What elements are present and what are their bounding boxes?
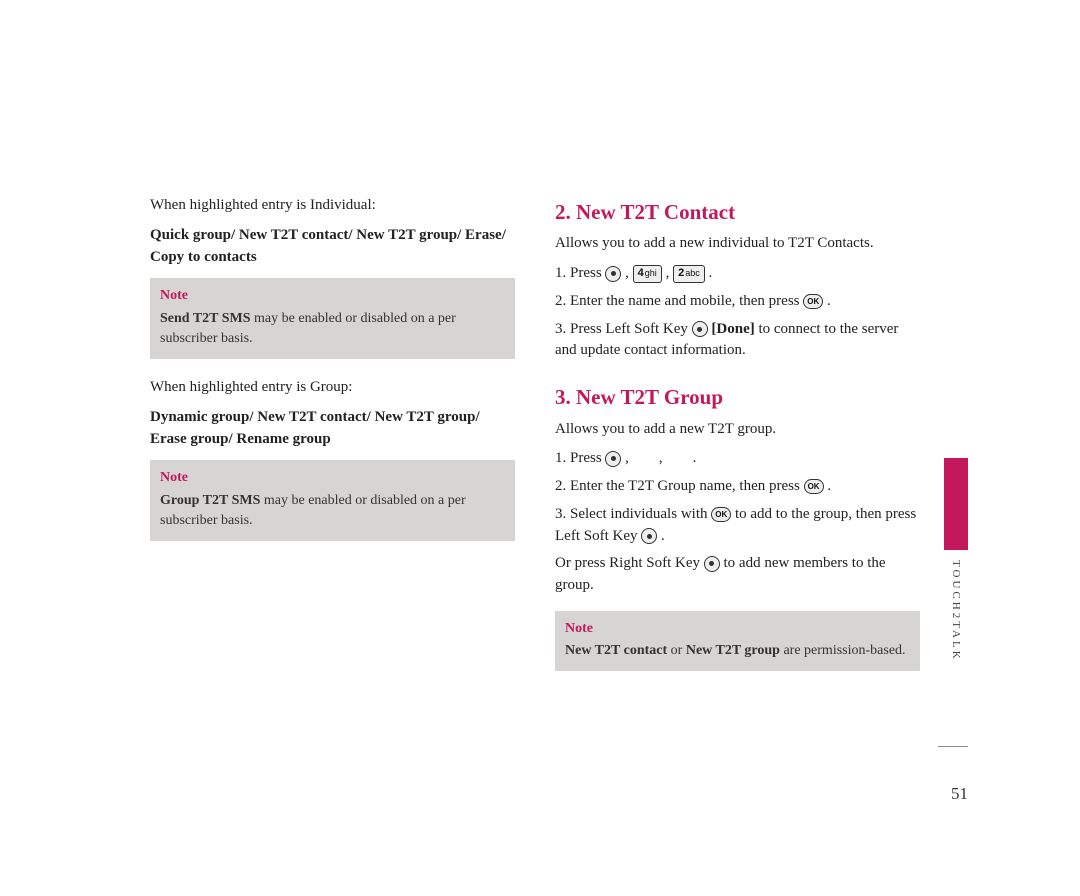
keypad-4-icon: 4ghi (633, 265, 662, 283)
note-rest-text: are permission-based. (780, 643, 906, 658)
right-column: 2. New T2T Contact Allows you to add a n… (555, 195, 920, 689)
left-soft-key-icon (641, 528, 657, 544)
desc-new-group: Allows you to add a new T2T group. (555, 419, 920, 441)
step-contact-3: 3. Press Left Soft Key [Done] to connect… (555, 319, 920, 363)
step-group-1: 1. Press , , . (555, 448, 920, 470)
step-text: Or press Right Soft Key (555, 555, 704, 571)
heading-new-t2t-group: 3. New T2T Group (555, 382, 920, 412)
note-box-1: Note Send T2T SMS may be enabled or disa… (150, 278, 515, 359)
right-soft-key-icon (704, 556, 720, 572)
section-tab-marker (944, 458, 968, 550)
step-text: 3. Press Left Soft Key (555, 321, 692, 337)
step-group-2: 2. Enter the T2T Group name, then press … (555, 476, 920, 498)
note-title: Note (160, 468, 505, 488)
note-title: Note (160, 286, 505, 306)
keypad-2-icon: 2abc (673, 265, 705, 283)
left-options-individual: Quick group/ New T2T contact/ New T2T gr… (150, 225, 515, 269)
left-intro-group: When highlighted entry is Group: (150, 377, 515, 399)
step-text: 1. Press (555, 450, 605, 466)
step-text: 2. Enter the name and mobile, then press (555, 293, 803, 309)
step-text: 1. Press (555, 265, 605, 281)
section-label: TOUCH2TALK (947, 560, 963, 662)
note-box-2: Note Group T2T SMS may be enabled or dis… (150, 460, 515, 541)
ok-key-icon: OK (804, 479, 824, 494)
note-box-3: Note New T2T contact or New T2T group ar… (555, 611, 920, 672)
left-soft-key-icon (692, 321, 708, 337)
note-bold-text: Group T2T SMS (160, 493, 260, 508)
note-title: Note (565, 619, 910, 639)
left-column: When highlighted entry is Individual: Qu… (150, 195, 515, 689)
left-options-group: Dynamic group/ New T2T contact/ New T2T … (150, 407, 515, 451)
page-number: 51 (951, 782, 968, 807)
step-contact-1: 1. Press , 4ghi , 2abc . (555, 263, 920, 285)
desc-new-contact: Allows you to add a new individual to T2… (555, 233, 920, 255)
step-text: 2. Enter the T2T Group name, then press (555, 478, 804, 494)
ok-key-icon: OK (803, 294, 823, 309)
nav-dot-key-icon (605, 266, 621, 282)
ok-key-icon: OK (711, 507, 731, 522)
note-bold-text: New T2T contact (565, 643, 667, 658)
left-intro-individual: When highlighted entry is Individual: (150, 195, 515, 217)
done-label: [Done] (711, 321, 754, 337)
step-text: 3. Select individuals with (555, 506, 711, 522)
step-group-4: Or press Right Soft Key to add new membe… (555, 553, 920, 597)
step-contact-2: 2. Enter the name and mobile, then press… (555, 291, 920, 313)
note-text: or (667, 643, 686, 658)
heading-new-t2t-contact: 2. New T2T Contact (555, 197, 920, 227)
note-bold-text: Send T2T SMS (160, 311, 251, 326)
note-bold-text: New T2T group (686, 643, 780, 658)
page-divider-line (938, 746, 968, 747)
nav-dot-key-icon (605, 451, 621, 467)
step-group-3: 3. Select individuals with OK to add to … (555, 504, 920, 548)
